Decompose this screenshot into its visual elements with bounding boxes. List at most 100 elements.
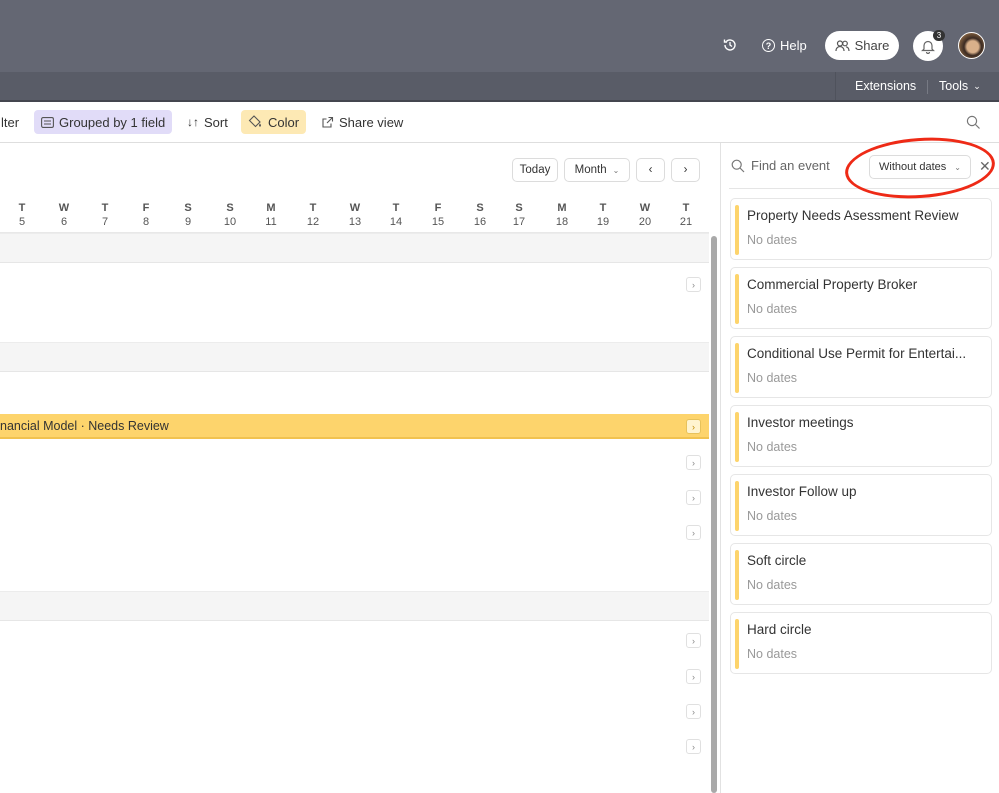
- day-of-week: T: [599, 202, 607, 214]
- tools-label: Tools: [939, 79, 969, 93]
- event-title: Commercial Property Broker: [747, 277, 918, 292]
- scrollbar[interactable]: [711, 236, 717, 793]
- day-number: 9: [184, 216, 192, 228]
- filter-label: lter: [1, 114, 20, 130]
- expand-chevron[interactable]: ›: [686, 704, 701, 719]
- day-column-header: F8: [131, 201, 161, 229]
- day-number: 11: [265, 216, 277, 228]
- sub-bar: [0, 72, 999, 100]
- group-header[interactable]: [0, 591, 709, 621]
- group-header[interactable]: [0, 342, 709, 372]
- next-button[interactable]: ›: [671, 158, 700, 182]
- day-number: 17: [512, 216, 526, 228]
- notification-badge: 3: [933, 30, 945, 41]
- day-number: 15: [431, 216, 445, 228]
- color-button[interactable]: Color: [241, 110, 307, 134]
- event-card[interactable]: Investor meetings No dates: [730, 405, 992, 467]
- event-color-stripe: [735, 481, 739, 531]
- prev-button[interactable]: ‹: [636, 158, 665, 182]
- group-header[interactable]: [0, 233, 709, 263]
- day-column-header: T 14: [381, 201, 411, 229]
- help-icon: ?: [762, 39, 775, 52]
- day-column-header: T 19: [588, 201, 618, 229]
- day-number: 12: [306, 216, 320, 228]
- event-bar[interactable]: nancial Model · Needs Review: [0, 414, 709, 439]
- expand-chevron[interactable]: ›: [686, 633, 701, 648]
- event-card[interactable]: Property Needs Asessment Review No dates: [730, 198, 992, 260]
- event-title: Conditional Use Permit for Entertai...: [747, 346, 967, 361]
- event-title: Soft circle: [747, 553, 807, 568]
- day-number: 13: [348, 216, 362, 228]
- event-color-stripe: [735, 550, 739, 600]
- day-number: 16: [473, 216, 487, 228]
- share-view-label: Share view: [339, 114, 404, 130]
- day-of-week: W: [349, 202, 361, 214]
- view-select[interactable]: Month ⌄: [564, 158, 630, 182]
- day-of-week: T: [392, 202, 400, 214]
- sort-icon: ↓↑: [187, 115, 199, 129]
- history-icon[interactable]: [722, 37, 738, 53]
- event-card[interactable]: Investor Follow up No dates: [730, 474, 992, 536]
- day-of-week: F: [142, 202, 150, 214]
- users-icon: [835, 39, 850, 51]
- sort-label: Sort: [204, 114, 228, 130]
- event-title: Investor meetings: [747, 415, 854, 430]
- day-number: 14: [389, 216, 403, 228]
- day-column-header: M 11: [256, 201, 286, 229]
- day-column-header: S 10: [215, 201, 245, 229]
- event-title: Investor Follow up: [747, 484, 857, 499]
- event-card[interactable]: Soft circle No dates: [730, 543, 992, 605]
- calendar-grid: › nancial Model · Needs Review › › › › ›…: [0, 232, 709, 793]
- event-card[interactable]: Conditional Use Permit for Entertai... No…: [730, 336, 992, 398]
- day-column-header: S 17: [504, 201, 534, 229]
- day-of-week: S: [476, 202, 484, 214]
- expand-chevron[interactable]: ›: [686, 455, 701, 470]
- event-dates: No dates: [747, 371, 798, 385]
- avatar[interactable]: [958, 32, 985, 59]
- day-column-header: T7: [90, 201, 120, 229]
- day-of-week: S: [515, 202, 523, 214]
- expand-chevron[interactable]: ›: [686, 419, 701, 434]
- day-column-header: S 16: [465, 201, 495, 229]
- day-column-header: M 18: [547, 201, 577, 229]
- day-column-header: W6: [49, 201, 79, 229]
- day-of-week: M: [557, 202, 567, 214]
- external-link-icon: [322, 116, 334, 128]
- expand-chevron[interactable]: ›: [686, 490, 701, 505]
- event-search-input[interactable]: Find an event: [751, 158, 830, 173]
- day-of-week: T: [682, 202, 690, 214]
- search-icon[interactable]: [966, 114, 982, 130]
- help-button[interactable]: ? Help: [762, 38, 807, 53]
- share-view-button[interactable]: Share view: [314, 110, 410, 134]
- day-number: 18: [555, 216, 569, 228]
- event-card[interactable]: Commercial Property Broker No dates: [730, 267, 992, 329]
- share-button[interactable]: Share: [825, 31, 899, 60]
- expand-chevron[interactable]: ›: [686, 739, 701, 754]
- expand-chevron[interactable]: ›: [686, 669, 701, 684]
- event-dates: No dates: [747, 440, 798, 454]
- day-of-week: W: [639, 202, 651, 214]
- extensions-button[interactable]: Extensions: [855, 79, 916, 93]
- expand-chevron[interactable]: ›: [686, 277, 701, 292]
- day-column-header: T 21: [671, 201, 701, 229]
- event-color-stripe: [735, 205, 739, 255]
- day-column-header: W 20: [630, 201, 660, 229]
- day-of-week: F: [434, 202, 442, 214]
- event-card[interactable]: Hard circle No dates: [730, 612, 992, 674]
- day-of-week: S: [184, 202, 192, 214]
- today-button[interactable]: Today: [512, 158, 558, 182]
- tools-menu[interactable]: Tools ⌄: [939, 79, 981, 93]
- event-dates: No dates: [747, 233, 798, 247]
- expand-chevron[interactable]: ›: [686, 525, 701, 540]
- share-label: Share: [854, 38, 890, 53]
- filter-button[interactable]: lter: [0, 110, 26, 134]
- sort-button[interactable]: ↓↑ Sort: [180, 110, 235, 134]
- event-dates: No dates: [747, 509, 798, 523]
- group-button[interactable]: Grouped by 1 field: [34, 110, 173, 134]
- day-number: 19: [596, 216, 610, 228]
- chevron-right-icon: ›: [683, 164, 688, 176]
- event-dates: No dates: [747, 578, 798, 592]
- event-search[interactable]: Find an event: [731, 158, 830, 173]
- event-label: nancial Model · Needs Review: [0, 418, 169, 433]
- search-icon: [731, 159, 745, 172]
